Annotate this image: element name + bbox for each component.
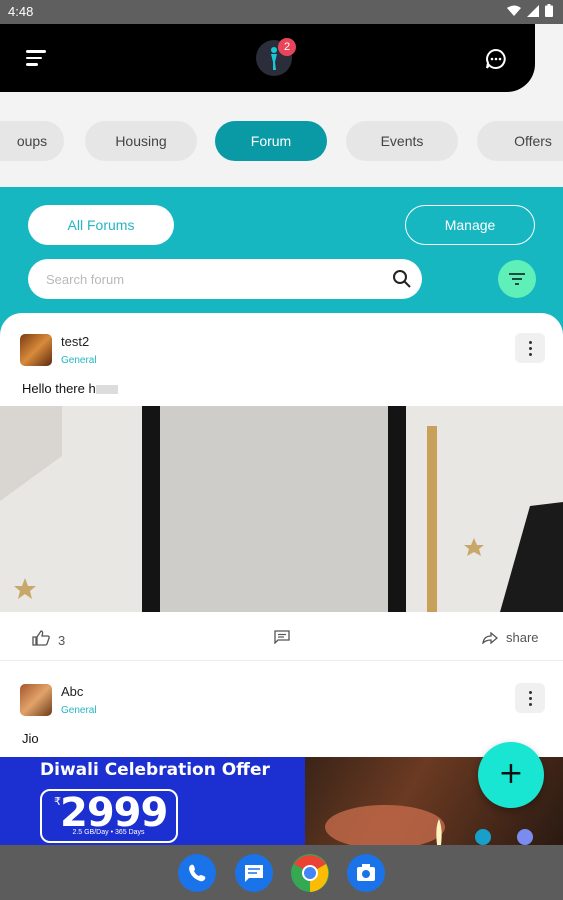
menu-icon[interactable] xyxy=(26,48,50,68)
more-vert-icon[interactable] xyxy=(515,683,545,713)
tab-events[interactable]: Events xyxy=(346,121,458,161)
tab-label: Housing xyxy=(115,133,167,149)
tab-label: Events xyxy=(380,133,424,149)
phone-app-icon[interactable] xyxy=(178,854,216,892)
battery-icon xyxy=(545,4,553,17)
forum-feed: test2 General Hello there h 3 share Abc … xyxy=(0,313,563,757)
status-time: 4:48 xyxy=(8,4,34,19)
add-post-button[interactable]: + xyxy=(478,742,544,808)
post-author[interactable]: Abc xyxy=(61,684,83,699)
share-button[interactable]: share xyxy=(482,630,539,645)
tab-label: oups xyxy=(16,133,48,149)
filter-icon xyxy=(509,273,525,285)
post-category: General xyxy=(61,705,97,716)
tab-groups[interactable]: oups xyxy=(0,121,64,161)
banner-validity: 2.5 GB/Day • 365 Days xyxy=(72,829,145,836)
author-avatar[interactable] xyxy=(20,684,52,716)
share-icon xyxy=(482,631,498,644)
messages-app-icon[interactable] xyxy=(235,854,273,892)
post-text-content: Hello there h xyxy=(22,381,96,396)
tab-housing[interactable]: Housing xyxy=(85,121,197,161)
status-icons xyxy=(507,4,553,17)
like-count: 3 xyxy=(58,633,66,648)
post-author[interactable]: test2 xyxy=(61,334,89,349)
post-category: General xyxy=(61,355,97,366)
like-button[interactable]: 3 xyxy=(32,627,65,648)
comment-button[interactable] xyxy=(274,630,290,644)
share-label: share xyxy=(506,630,539,645)
post-divider xyxy=(0,660,563,661)
android-dock xyxy=(0,845,563,900)
search-input[interactable] xyxy=(46,269,376,289)
more-vert-icon[interactable] xyxy=(515,333,545,363)
wifi-icon xyxy=(507,5,521,16)
redacted-text xyxy=(95,385,118,395)
tab-label: Offers xyxy=(514,133,552,149)
manage-button[interactable]: Manage xyxy=(405,205,535,245)
post-photo xyxy=(0,406,563,612)
post-text: Jio xyxy=(22,731,39,746)
thumb-up-icon xyxy=(32,629,50,646)
app-header: 2 xyxy=(0,24,535,92)
add-icon: + xyxy=(498,756,524,791)
all-forums-button[interactable]: All Forums xyxy=(28,205,174,245)
tab-label: Forum xyxy=(250,133,292,149)
banner-title: Diwali Celebration Offer xyxy=(40,760,270,780)
price-box: ₹ 2999 2.5 GB/Day • 365 Days xyxy=(40,789,178,843)
chrome-app-icon[interactable] xyxy=(291,854,329,892)
comment-icon xyxy=(274,630,290,644)
status-bar: 4:48 xyxy=(0,0,563,24)
tab-forum[interactable]: Forum xyxy=(215,121,327,161)
post-text: Hello there h xyxy=(22,381,118,396)
chat-icon[interactable] xyxy=(484,47,508,71)
notification-badge: 2 xyxy=(278,38,296,56)
search-bar xyxy=(28,259,422,299)
search-icon[interactable] xyxy=(392,269,412,289)
signal-icon xyxy=(527,4,539,17)
author-avatar[interactable] xyxy=(20,334,52,366)
post-image[interactable] xyxy=(0,406,563,612)
filter-button[interactable] xyxy=(498,260,536,298)
camera-app-icon[interactable] xyxy=(347,854,385,892)
tab-offers[interactable]: Offers xyxy=(477,121,563,161)
